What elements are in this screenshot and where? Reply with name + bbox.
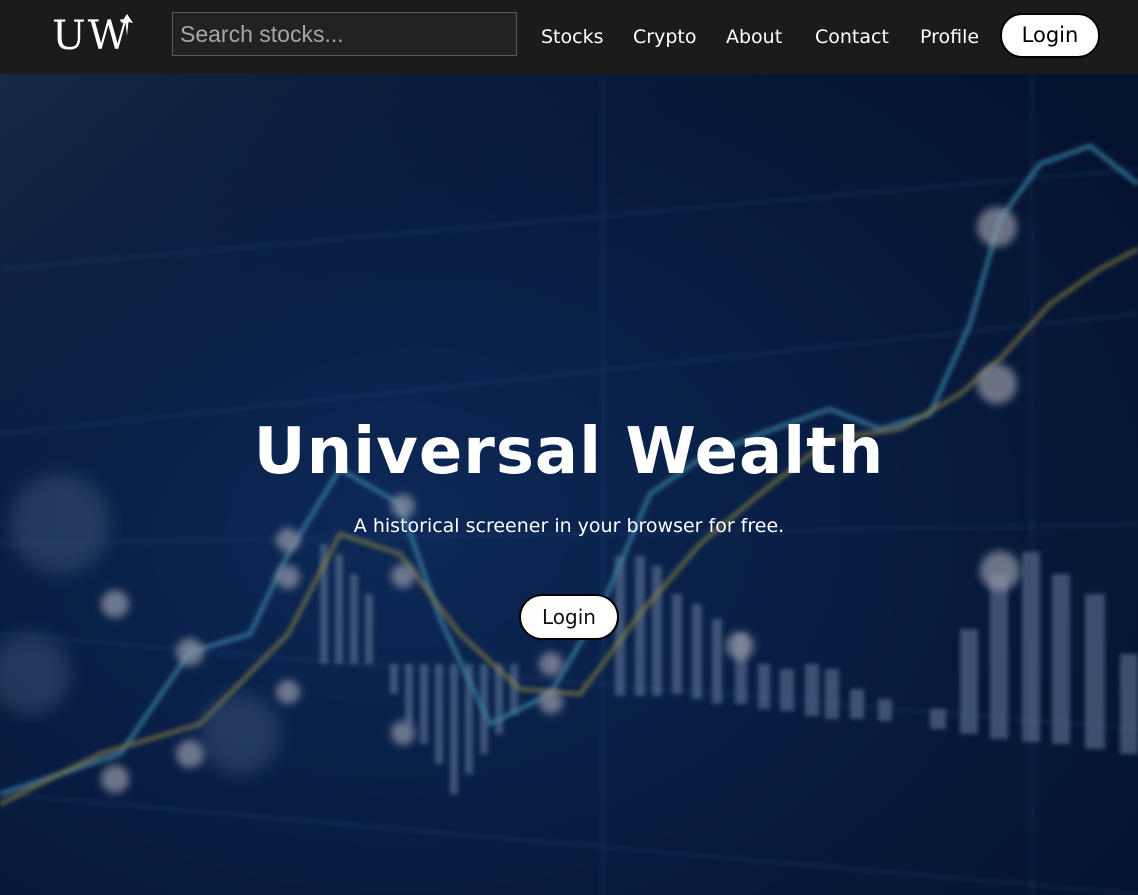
navbar: UW Stocks Crypto About Contact Profile L… [0, 0, 1138, 74]
logo-text: UW [52, 13, 131, 59]
hero-title: Universal Wealth [253, 415, 885, 489]
logo[interactable]: UW [52, 13, 133, 59]
hero-section: Universal Wealth A historical screener i… [0, 74, 1138, 895]
nav-link-about[interactable]: About [726, 24, 782, 50]
arrow-up-icon [121, 14, 133, 36]
navbar-login-button[interactable]: Login [1000, 13, 1100, 58]
hero-login-button[interactable]: Login [519, 594, 619, 640]
nav-link-stocks[interactable]: Stocks [541, 24, 603, 50]
nav-link-crypto[interactable]: Crypto [633, 24, 696, 50]
search-input[interactable] [172, 12, 517, 56]
nav-link-profile[interactable]: Profile [920, 24, 979, 50]
nav-link-contact[interactable]: Contact [815, 24, 889, 50]
hero-subtitle: A historical screener in your browser fo… [353, 515, 785, 537]
